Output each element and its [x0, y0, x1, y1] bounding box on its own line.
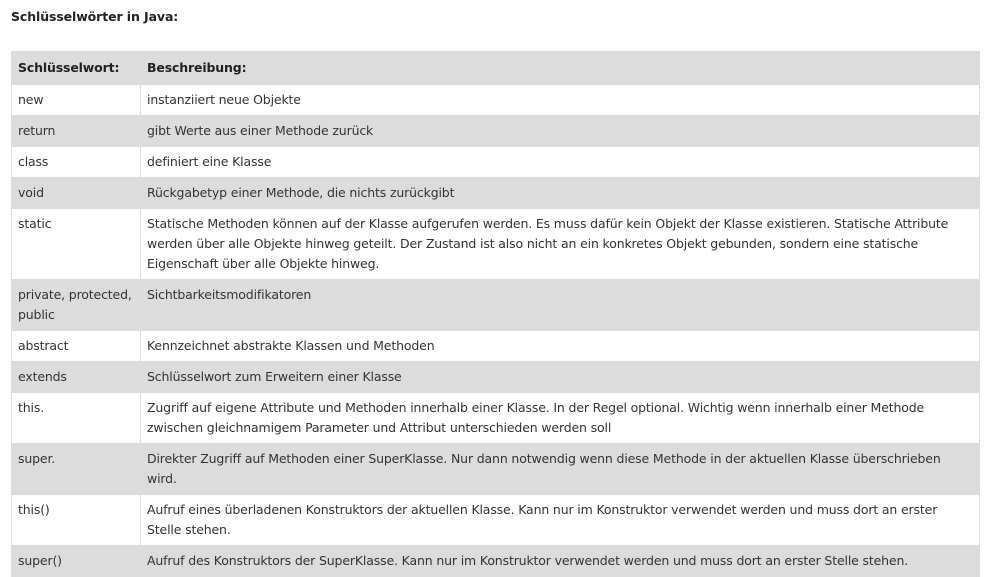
description-cell: Statische Methoden können auf der Klasse… — [140, 208, 980, 280]
table-row: super() Aufruf des Konstruktors der Supe… — [11, 545, 980, 577]
keyword-cell: this() — [11, 494, 141, 546]
table-body: new instanziiert neue Objekte return gib… — [11, 84, 980, 577]
description-cell: Aufruf eines überladenen Konstruktors de… — [140, 494, 980, 546]
table-row: super. Direkter Zugriff auf Methoden ein… — [11, 443, 980, 495]
description-cell: gibt Werte aus einer Methode zurück — [140, 115, 980, 147]
keyword-cell: this. — [11, 392, 141, 444]
keyword-cell: abstract — [11, 330, 141, 362]
keyword-cell: extends — [11, 361, 141, 393]
header-keyword: Schlüsselwort: — [11, 51, 141, 85]
table-row: void Rückgabetyp einer Methode, die nich… — [11, 177, 980, 209]
table-row: extends Schlüsselwort zum Erweitern eine… — [11, 361, 980, 393]
description-cell: Rückgabetyp einer Methode, die nichts zu… — [140, 177, 980, 209]
keywords-table: Schlüsselwort: Beschreibung: new instanz… — [11, 51, 980, 577]
keyword-cell: new — [11, 84, 141, 116]
description-cell: Sichtbarkeitsmodifikatoren — [140, 279, 980, 331]
table-row: abstract Kennzeichnet abstrakte Klassen … — [11, 330, 980, 362]
keyword-cell: super() — [11, 545, 141, 577]
table-row: return gibt Werte aus einer Methode zurü… — [11, 115, 980, 147]
description-cell: Schlüsselwort zum Erweitern einer Klasse — [140, 361, 980, 393]
table-row: this() Aufruf eines überladenen Konstruk… — [11, 494, 980, 546]
description-cell: Zugriff auf eigene Attribute und Methode… — [140, 392, 980, 444]
description-cell: Aufruf des Konstruktors der SuperKlasse.… — [140, 545, 980, 577]
table-row: private, protected, public Sichtbarkeits… — [11, 279, 980, 331]
table-header: Schlüsselwort: Beschreibung: — [11, 51, 980, 85]
page-title: Schlüsselwörter in Java: — [11, 9, 179, 24]
description-cell: definiert eine Klasse — [140, 146, 980, 178]
keyword-cell: void — [11, 177, 141, 209]
description-cell: instanziiert neue Objekte — [140, 84, 980, 116]
header-row: Schlüsselwort: Beschreibung: — [11, 51, 980, 85]
description-cell: Kennzeichnet abstrakte Klassen und Metho… — [140, 330, 980, 362]
keyword-cell: super. — [11, 443, 141, 495]
table-row: this. Zugriff auf eigene Attribute und M… — [11, 392, 980, 444]
keyword-cell: class — [11, 146, 141, 178]
keyword-cell: static — [11, 208, 141, 280]
table-row: new instanziiert neue Objekte — [11, 84, 980, 116]
keyword-cell: return — [11, 115, 141, 147]
table-row: static Statische Methoden können auf der… — [11, 208, 980, 280]
keyword-cell: private, protected, public — [11, 279, 141, 331]
table-row: class definiert eine Klasse — [11, 146, 980, 178]
header-description: Beschreibung: — [140, 51, 980, 85]
description-cell: Direkter Zugriff auf Methoden einer Supe… — [140, 443, 980, 495]
